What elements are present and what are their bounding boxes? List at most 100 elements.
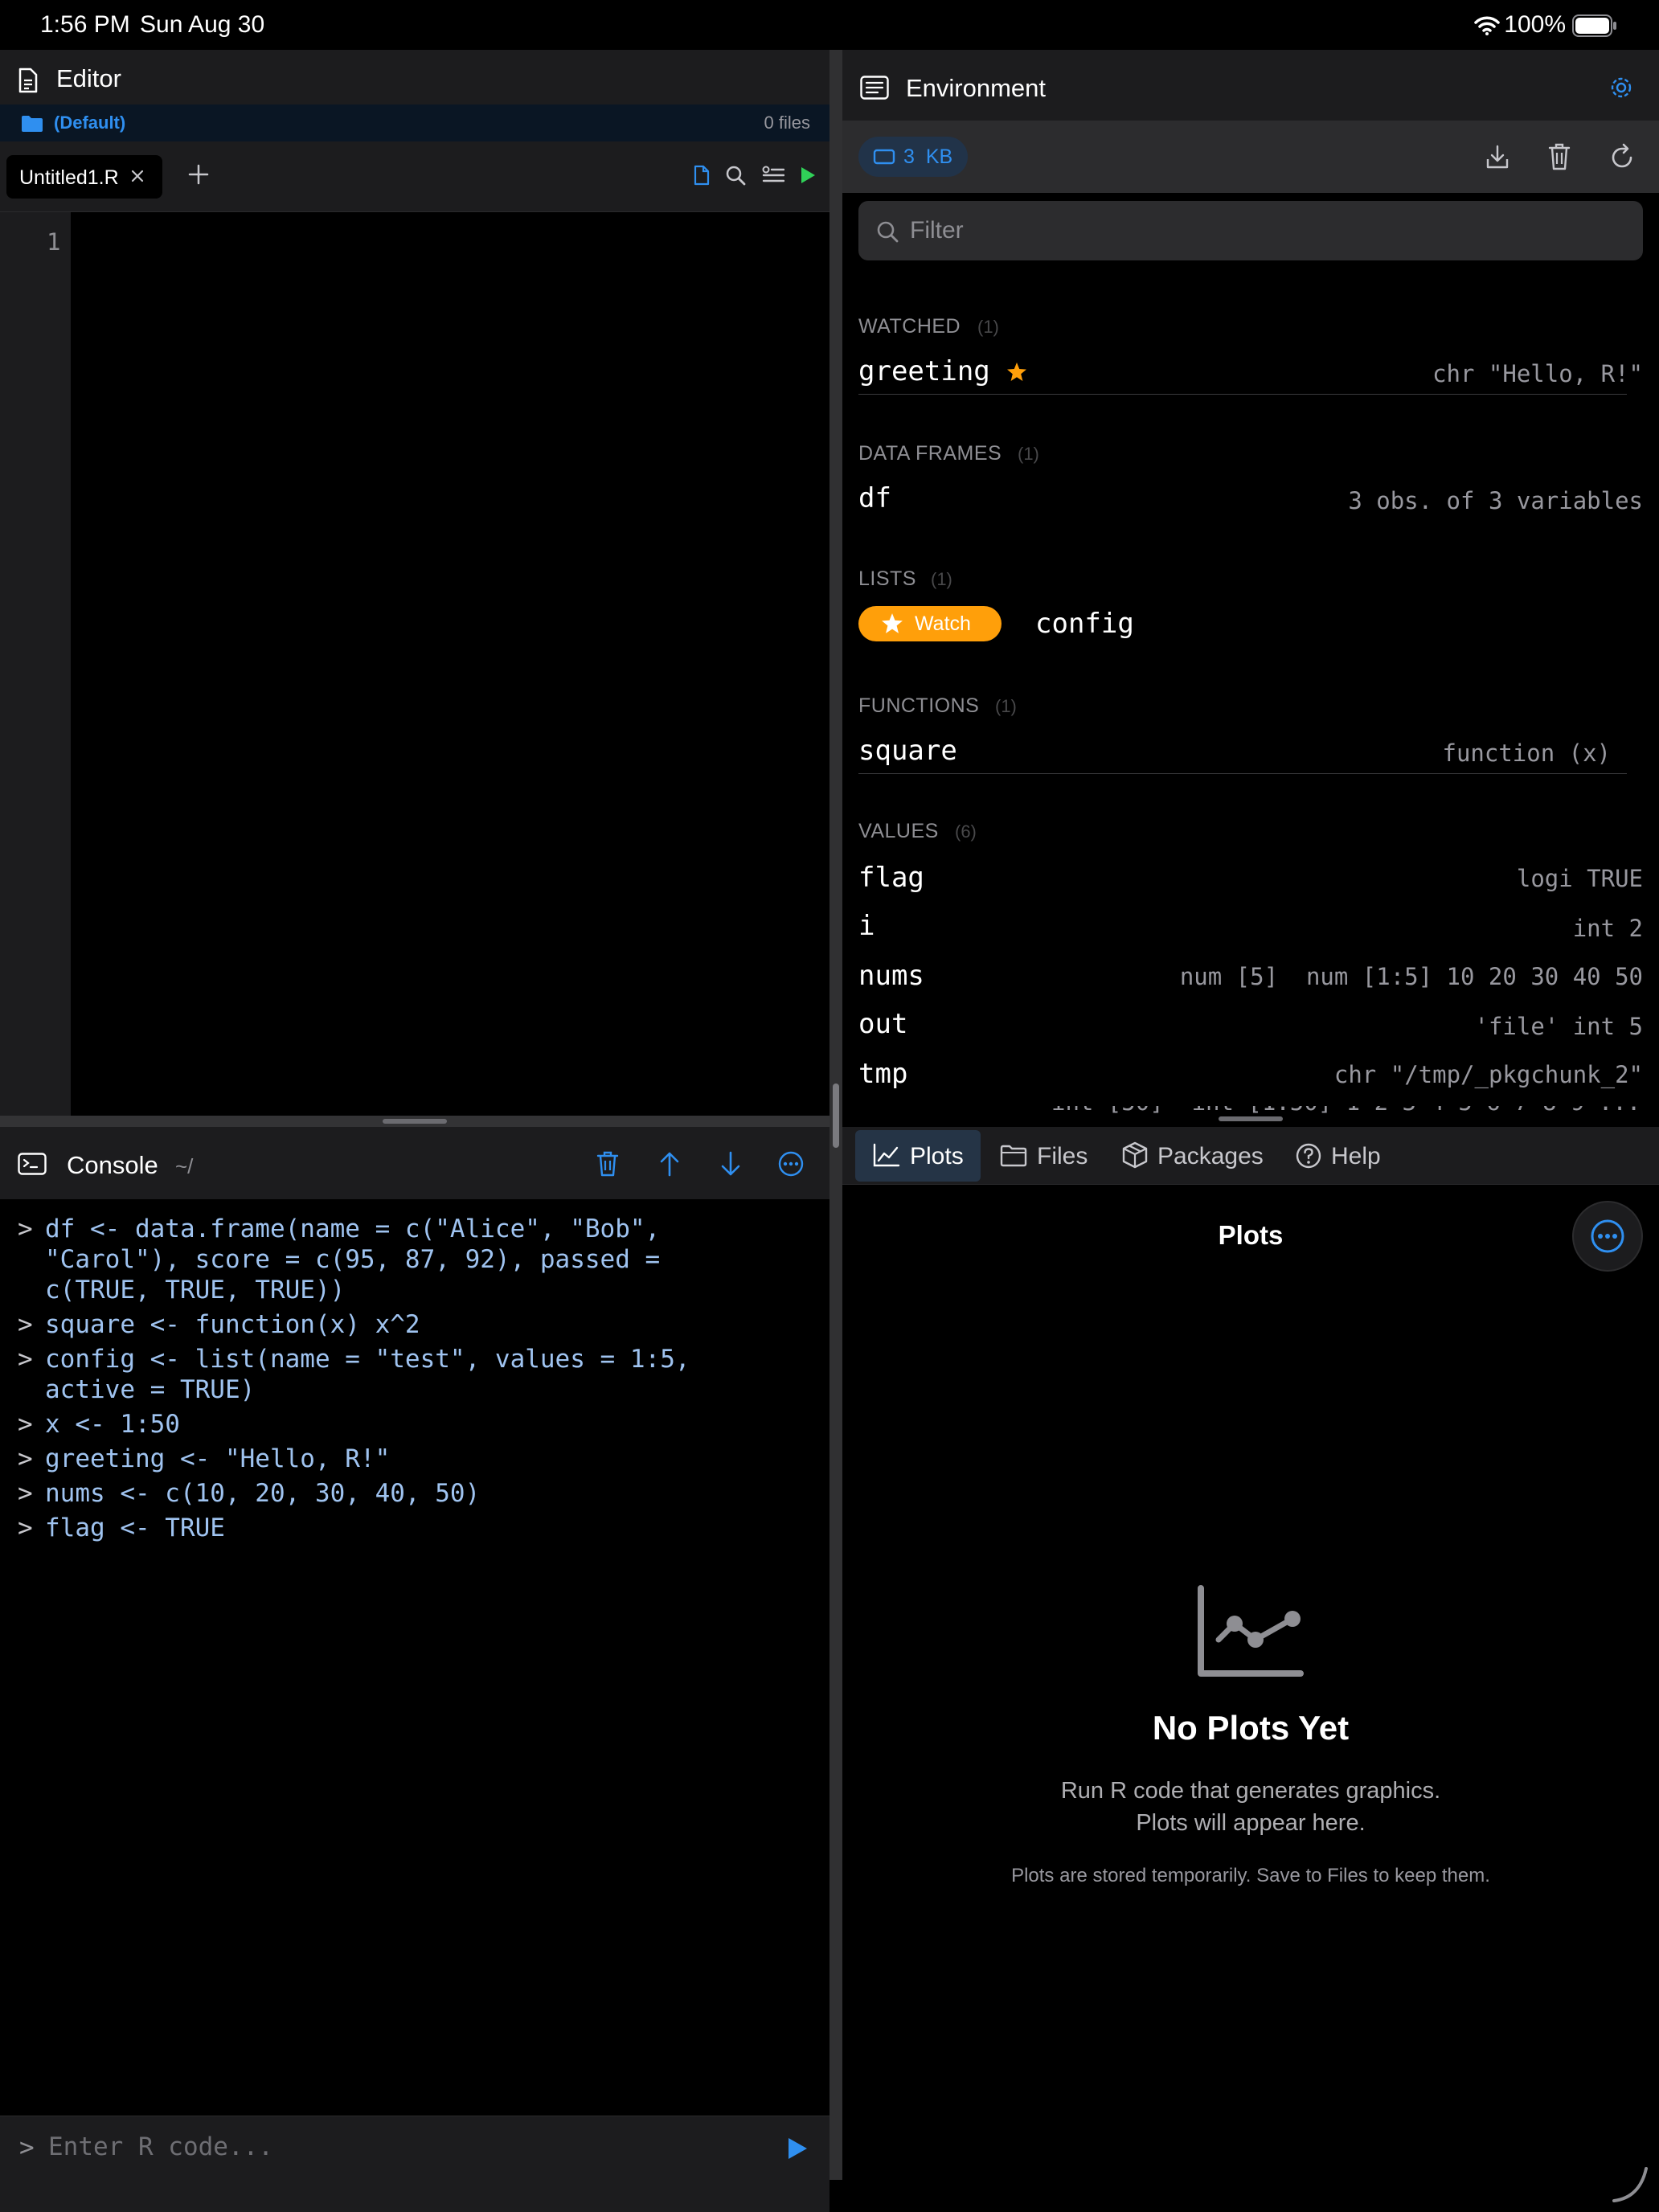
editor-gutter: [0, 212, 71, 1116]
project-name[interactable]: (Default): [54, 113, 125, 133]
console-prompt: >: [18, 1345, 33, 1374]
package-icon: [1122, 1141, 1148, 1169]
var-value-x: int [50] int [1:50] 1 2 3 4 5 6 7 8 9 ..…: [907, 1106, 1643, 1114]
var-value-i: int 2: [1572, 915, 1643, 942]
resize-corner-icon[interactable]: [1609, 2164, 1651, 2206]
more-options-icon: [1591, 1219, 1624, 1253]
section-title-values: VALUES: [858, 820, 939, 842]
list-icon: [860, 76, 889, 100]
console-code: config <- list(name = "test", values = 1…: [45, 1345, 690, 1404]
close-tab-icon[interactable]: [130, 169, 145, 183]
memory-value: 3: [903, 145, 915, 168]
import-icon[interactable]: [1485, 145, 1509, 170]
console-line: > square <- function(x) x^2: [18, 1309, 821, 1340]
row-divider: [858, 394, 1627, 395]
console-input[interactable]: [48, 2127, 756, 2167]
battery-icon: [1572, 14, 1616, 37]
console-prompt: >: [18, 1514, 33, 1542]
editor-header: [0, 50, 830, 104]
section-count-functions: (1): [995, 696, 1017, 716]
star-icon: [882, 613, 903, 633]
settings-gear-icon[interactable]: [1608, 74, 1635, 101]
filter-input[interactable]: [910, 212, 1617, 249]
line-number: 1: [47, 228, 61, 256]
history-up-icon[interactable]: [659, 1151, 680, 1177]
section-count-data-frames: (1): [1018, 444, 1039, 464]
row-divider: [858, 773, 1627, 774]
clear-environment-icon[interactable]: [1548, 143, 1571, 170]
watch-button-label: Watch: [915, 612, 971, 635]
tab-help[interactable]: Help: [1331, 1143, 1381, 1170]
code-editor[interactable]: [71, 212, 830, 1116]
splitter-handle[interactable]: [383, 1119, 447, 1124]
battery-percentage: 100%: [1504, 11, 1566, 38]
var-name-nums[interactable]: nums: [858, 960, 924, 992]
splitter-handle[interactable]: [1219, 1116, 1283, 1121]
console-code: x <- 1:50: [45, 1410, 180, 1439]
var-value-nums: num [5] num [1:5] 10 20 30 40 50: [1179, 963, 1643, 990]
chart-placeholder-icon: [1198, 1585, 1304, 1677]
tab-files[interactable]: Files: [1037, 1143, 1088, 1170]
new-file-icon[interactable]: [693, 165, 711, 186]
console-line: > df <- data.frame(name = c("Alice", "Bob…: [18, 1214, 821, 1305]
section-count-watched: (1): [977, 317, 999, 337]
clear-console-icon[interactable]: [596, 1151, 619, 1177]
section-title-data-frames: DATA FRAMES: [858, 442, 1002, 465]
environment-title: Environment: [906, 74, 1047, 102]
console-input-prompt: >: [19, 2133, 35, 2162]
tab-packages[interactable]: Packages: [1157, 1143, 1264, 1170]
empty-state-line-2: Plots will appear here.: [1136, 1810, 1366, 1836]
console-title: Console: [67, 1151, 158, 1179]
console-more-icon[interactable]: [778, 1151, 804, 1177]
refresh-icon[interactable]: [1609, 143, 1635, 170]
console-code: df <- data.frame(name = c("Alice", "Bob"…: [45, 1215, 661, 1305]
memory-usage: 3 KB: [903, 145, 952, 169]
vertical-splitter-handle[interactable]: [833, 1083, 839, 1148]
var-name-out[interactable]: out: [858, 1008, 907, 1040]
section-count-lists: (1): [931, 569, 952, 589]
var-name-i[interactable]: i: [858, 910, 875, 942]
run-icon[interactable]: [799, 166, 817, 185]
var-name-greeting[interactable]: greeting: [858, 355, 990, 387]
section-count-values: (6): [955, 821, 977, 842]
var-value-greeting: chr "Hello, R!": [1432, 360, 1643, 387]
console-prompt: >: [18, 1215, 33, 1243]
console-code: flag <- TRUE: [45, 1514, 225, 1542]
console-line: > flag <- TRUE: [18, 1513, 821, 1543]
console-code: greeting <- "Hello, R!": [45, 1444, 391, 1473]
search-icon: [877, 221, 899, 243]
var-name-config[interactable]: config: [1035, 608, 1134, 640]
terminal-icon: [18, 1153, 47, 1175]
history-down-icon[interactable]: [720, 1151, 741, 1177]
empty-state-title: No Plots Yet: [1152, 1709, 1350, 1747]
var-name-tmp[interactable]: tmp: [858, 1058, 907, 1090]
var-value-out: 'file' int 5: [1474, 1013, 1643, 1040]
console-code: nums <- c(10, 20, 30, 40, 50): [45, 1479, 481, 1508]
var-value-df: 3 obs. of 3 variables: [1348, 487, 1643, 514]
add-tab-icon[interactable]: [188, 164, 209, 185]
search-icon[interactable]: [725, 165, 746, 186]
help-icon: [1296, 1143, 1321, 1169]
star-icon[interactable]: [1006, 362, 1027, 383]
console-prompt: >: [18, 1479, 33, 1508]
memory-chip-icon: [873, 149, 895, 165]
var-name-flag[interactable]: flag: [858, 862, 924, 894]
var-value-tmp: chr "/tmp/_pkgchunk_2": [1333, 1061, 1643, 1088]
folder-icon: [1000, 1145, 1027, 1167]
tab-label: Untitled1.R: [19, 166, 119, 189]
editor-title: Editor: [56, 64, 121, 92]
clipped-row: int [50] int [1:50] 1 2 3 4 5 6 7 8 9 ..…: [842, 1106, 1659, 1114]
var-name-df[interactable]: df: [858, 482, 891, 514]
section-title-watched: WATCHED: [858, 315, 961, 338]
console-code: square <- function(x) x^2: [45, 1310, 420, 1339]
var-value-square: function (x): [1442, 739, 1611, 767]
format-icon[interactable]: [762, 166, 784, 185]
document-icon: [18, 68, 38, 93]
var-name-square[interactable]: square: [858, 735, 957, 767]
var-value-flag: logi TRUE: [1516, 865, 1643, 892]
console-line: > x <- 1:50: [18, 1409, 821, 1440]
section-title-functions: FUNCTIONS: [858, 694, 980, 717]
send-icon[interactable]: [786, 2136, 809, 2161]
project-file-count: 0 files: [764, 113, 810, 133]
wifi-icon: [1474, 16, 1500, 35]
